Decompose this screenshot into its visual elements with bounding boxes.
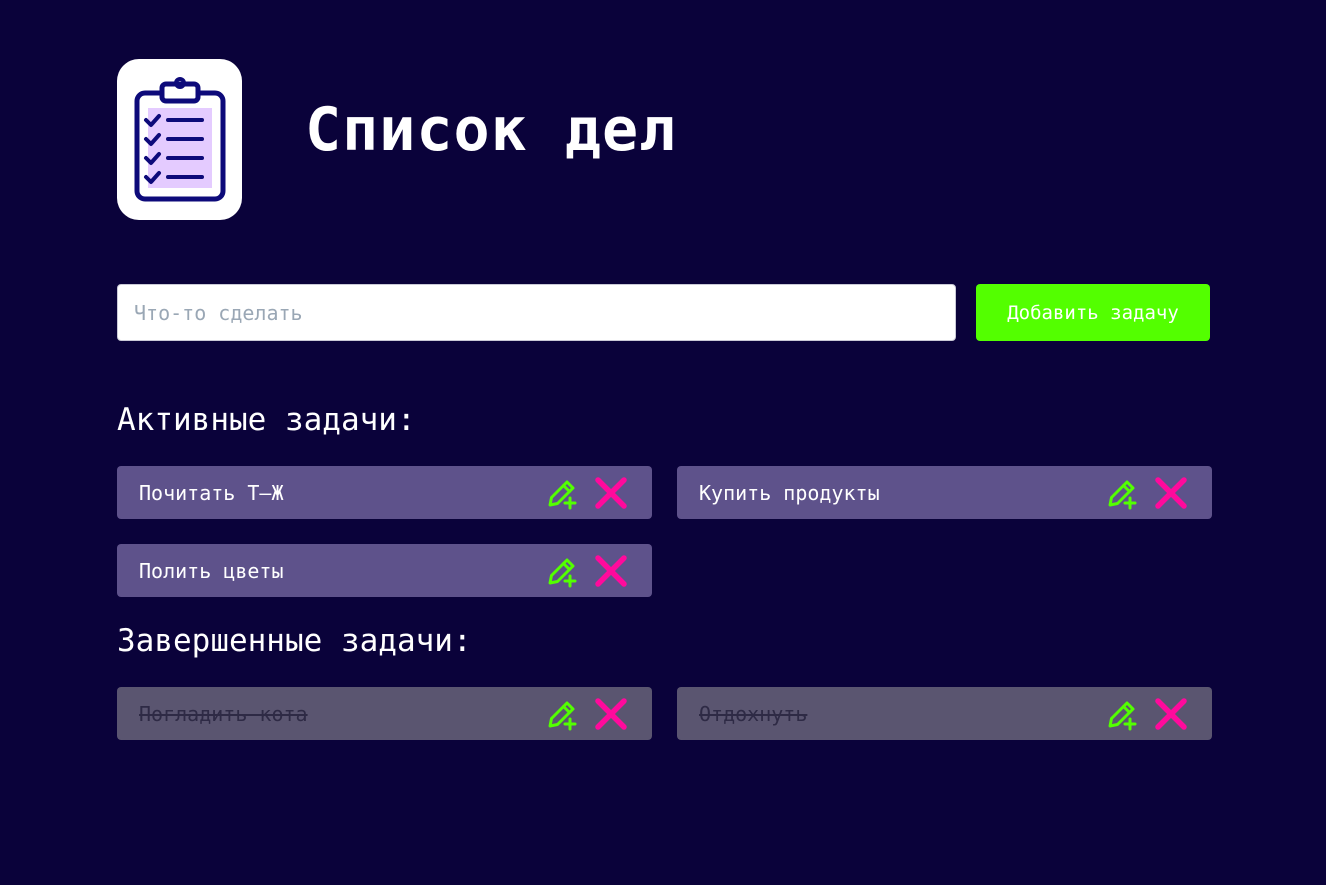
task-text: Почитать Т—Ж: [139, 480, 284, 505]
todo-app: Список дел Добавить задачу Активные зада…: [0, 0, 1326, 885]
active-task-item: Полить цветы: [117, 544, 652, 597]
active-tasks-heading: Активные задачи:: [117, 402, 416, 438]
edit-task-icon[interactable]: [545, 554, 579, 588]
edit-task-icon[interactable]: [545, 476, 579, 510]
delete-task-icon[interactable]: [594, 476, 628, 510]
delete-task-icon[interactable]: [594, 554, 628, 588]
active-task-item: Купить продукты: [677, 466, 1212, 519]
active-task-item: Почитать Т—Ж: [117, 466, 652, 519]
clipboard-checklist-icon: [117, 59, 242, 220]
edit-task-icon[interactable]: [1105, 476, 1139, 510]
edit-task-icon[interactable]: [1105, 697, 1139, 731]
new-task-input[interactable]: [117, 284, 956, 341]
completed-task-item: Погладить кота: [117, 687, 652, 740]
completed-tasks-heading: Завершенные задачи:: [117, 623, 472, 659]
completed-task-item: Отдохнуть: [677, 687, 1212, 740]
delete-task-icon[interactable]: [1154, 697, 1188, 731]
page-title: Список дел: [305, 95, 677, 165]
add-task-button[interactable]: Добавить задачу: [976, 284, 1210, 341]
task-text: Купить продукты: [699, 480, 880, 505]
task-text: Погладить кота: [139, 701, 308, 726]
task-text: Отдохнуть: [699, 701, 808, 726]
task-text: Полить цветы: [139, 558, 284, 583]
edit-task-icon[interactable]: [545, 697, 579, 731]
delete-task-icon[interactable]: [1154, 476, 1188, 510]
delete-task-icon[interactable]: [594, 697, 628, 731]
